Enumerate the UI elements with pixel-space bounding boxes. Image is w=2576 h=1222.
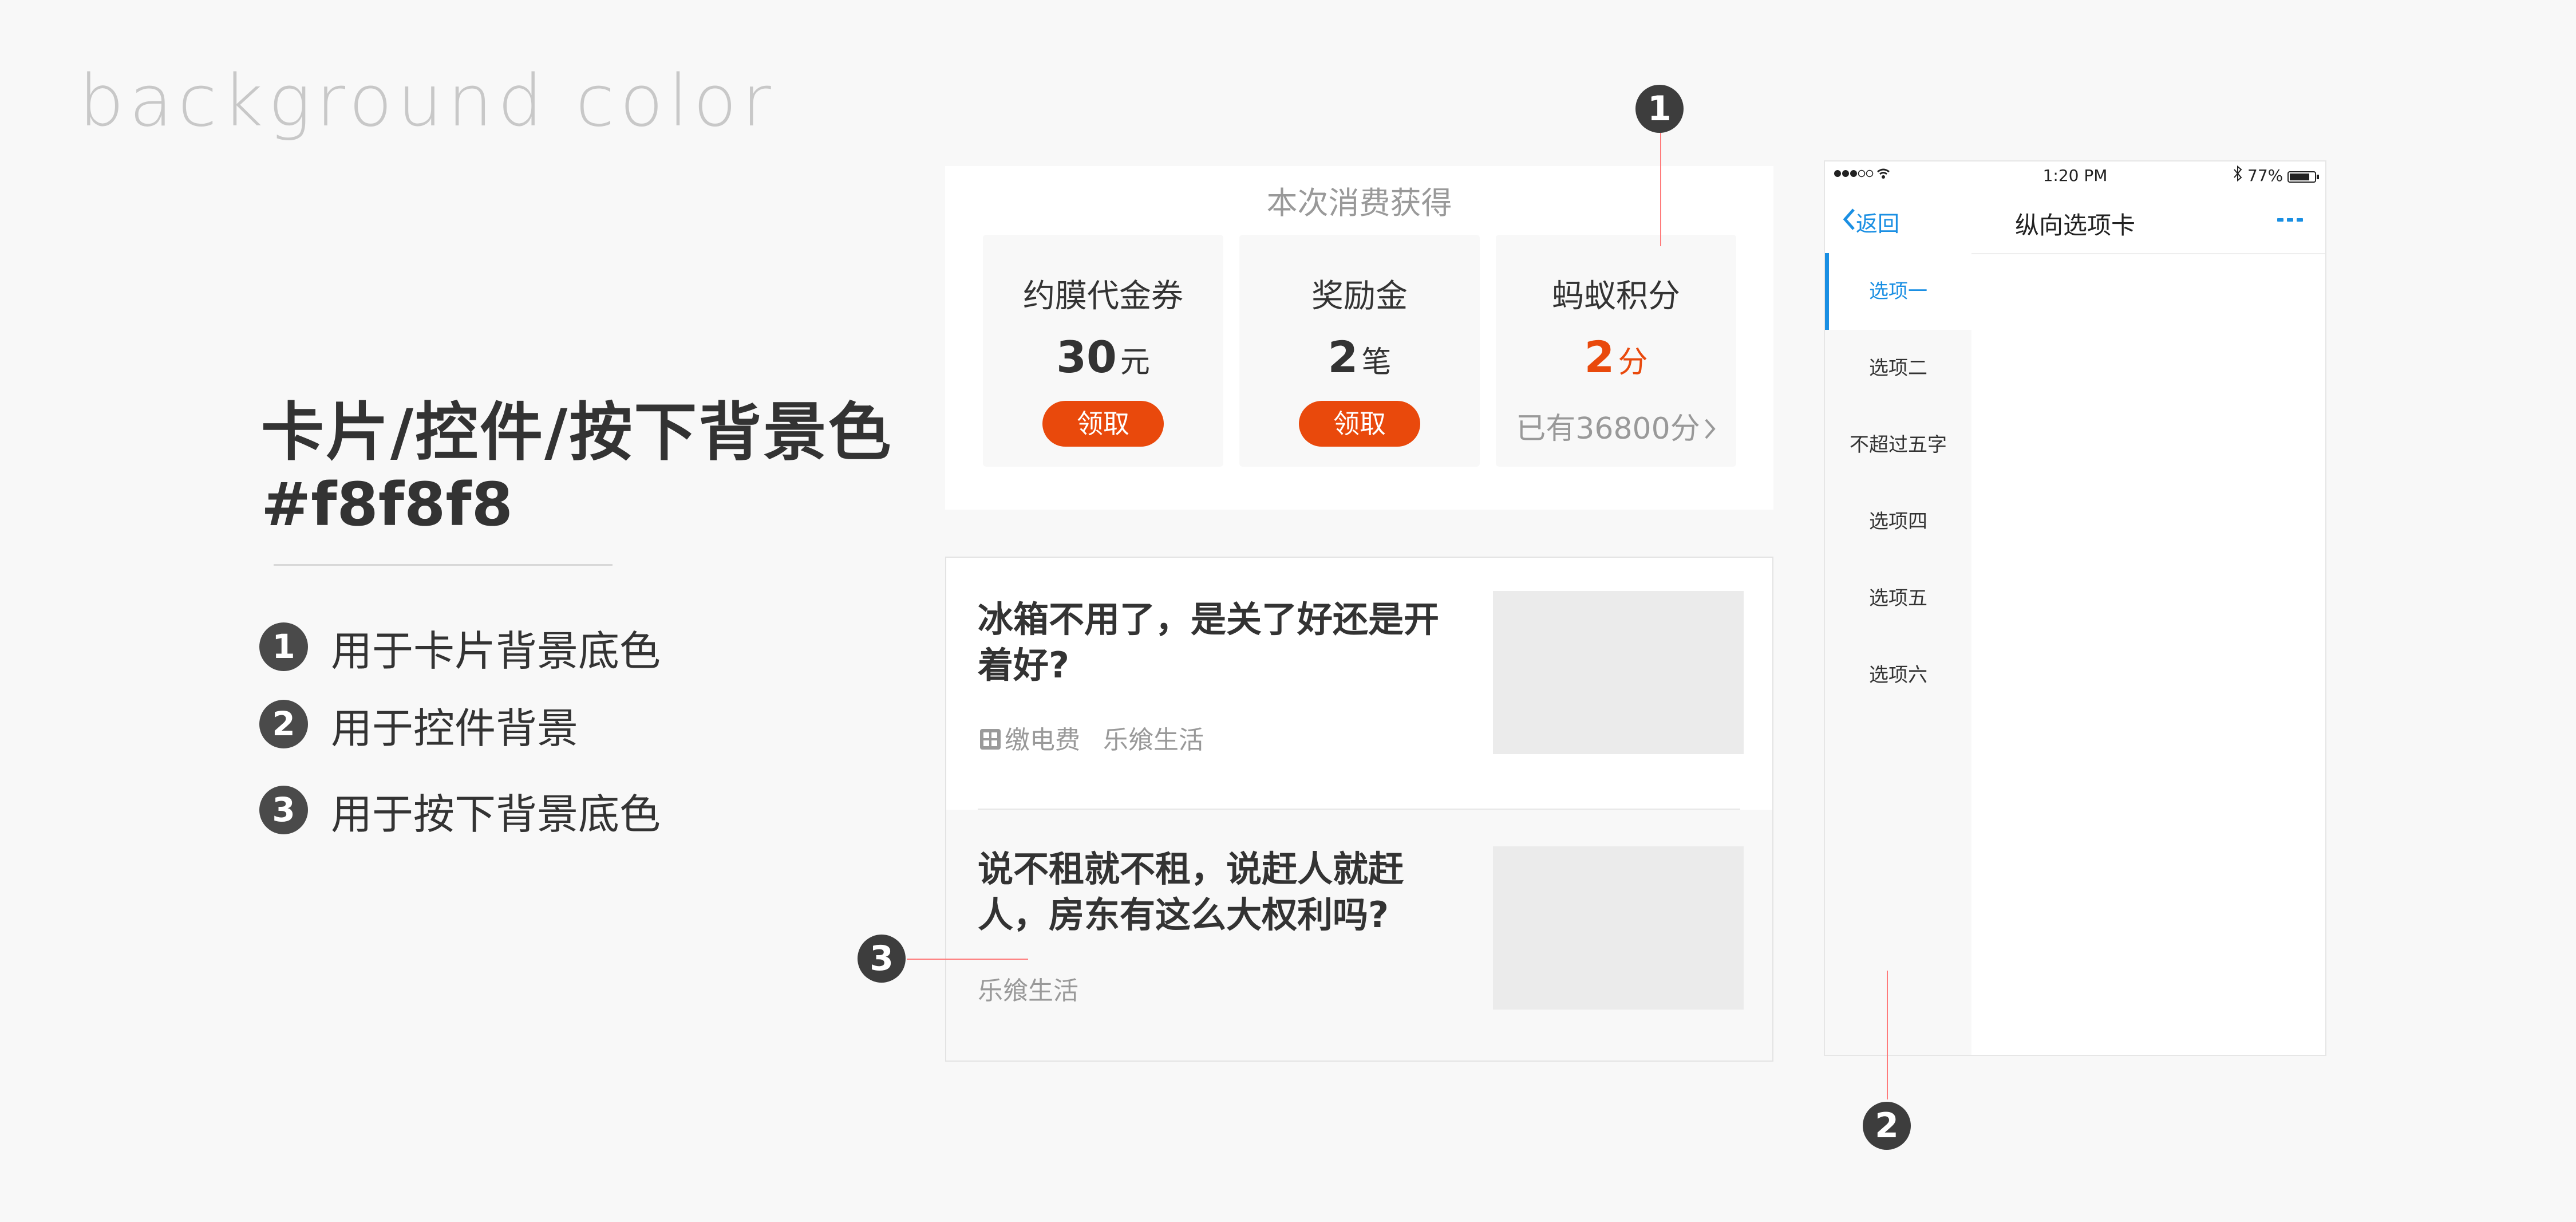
battery-icon — [2287, 168, 2320, 187]
reward-item-voucher: 约膜代金券 30 元 领取 — [983, 235, 1223, 467]
claim-button[interactable]: 领取 — [1042, 401, 1164, 447]
tab-label: 选项六 — [1869, 664, 1927, 687]
news-source: 乐飨生活 — [978, 976, 1078, 1006]
chevron-right-icon — [1704, 413, 1716, 448]
reward-card: 本次消费获得 约膜代金券 30 元 领取 奖励金 2笔 领取 蚂蚁积分 2分 已有… — [945, 166, 1773, 510]
reward-unit: 元 — [1120, 345, 1150, 380]
legend-badge-2: 2 — [259, 700, 308, 748]
bluetooth-icon — [2233, 165, 2243, 186]
points-balance-text: 已有36800分 — [1516, 412, 1700, 446]
page-title: background color — [79, 60, 776, 143]
tab-option-5[interactable]: 选项五 — [1825, 560, 1971, 637]
news-list: 冰箱不用了，是关了好还是开着好? 缴电费 乐飨生活 说不租就不租，说赶人就赶人，房… — [945, 557, 1773, 1062]
news-item-pressed[interactable]: 说不租就不租，说赶人就赶人，房东有这么大权利吗? 乐飨生活 — [946, 810, 1772, 1061]
callout-line-3 — [907, 959, 1028, 960]
phone-mockup: 1:20 PM 77% 返回 纵向选项卡 选项一 选项二 不超过五字 选项四 选… — [1824, 160, 2326, 1056]
reward-item-bonus: 奖励金 2笔 领取 — [1239, 235, 1480, 467]
reward-value: 2分 — [1496, 332, 1736, 388]
nav-title: 纵向选项卡 — [2014, 211, 2135, 239]
callout-badge-3: 3 — [858, 935, 906, 983]
reward-unit: 分 — [1618, 345, 1648, 380]
reward-number: 2 — [1584, 332, 1615, 383]
legend-text-3: 用于按下背景底色 — [331, 790, 661, 838]
ellipsis-icon[interactable] — [2276, 215, 2305, 226]
hex-color-value: #f8f8f8 — [261, 470, 513, 539]
reward-value: 30 元 — [983, 332, 1223, 388]
callout-line-2 — [1887, 971, 1888, 1099]
reward-value: 2笔 — [1239, 332, 1480, 388]
section-heading: 卡片/控件/按下背景色 — [261, 396, 893, 469]
news-title: 冰箱不用了，是关了好还是开着好? — [978, 598, 1440, 686]
legend-text-1: 用于卡片背景底色 — [331, 627, 661, 675]
news-source: 乐飨生活 — [1103, 726, 1204, 755]
reward-label: 蚂蚁积分 — [1552, 278, 1680, 315]
points-balance[interactable]: 已有36800分 — [1496, 404, 1736, 448]
tab-option-2[interactable]: 选项二 — [1825, 330, 1971, 407]
reward-item-points[interactable]: 蚂蚁积分 2分 已有36800分 — [1496, 235, 1736, 467]
tab-label: 不超过五字 — [1850, 433, 1947, 456]
legend-text-2: 用于控件背景 — [331, 704, 579, 752]
news-meta: 缴电费 乐飨生活 — [979, 719, 1204, 756]
tab-label: 选项五 — [1869, 587, 1927, 610]
reward-label: 约膜代金券 — [1023, 278, 1183, 315]
reward-number: 30 — [1056, 332, 1117, 383]
news-tag: 缴电费 — [1005, 726, 1080, 755]
tab-label: 选项四 — [1869, 510, 1927, 533]
grid-icon — [979, 727, 1001, 756]
tab-option-1[interactable]: 选项一 — [1825, 253, 1971, 330]
legend-badge-3: 3 — [259, 786, 308, 834]
reward-number: 2 — [1327, 332, 1358, 383]
callout-badge-1: 1 — [1635, 85, 1684, 133]
tab-option-6[interactable]: 选项六 — [1825, 637, 1971, 714]
status-bar: 1:20 PM 77% — [1825, 161, 2325, 190]
battery-percent: 77% — [2247, 166, 2283, 185]
claim-button[interactable]: 领取 — [1299, 401, 1420, 447]
tab-label: 选项一 — [1869, 280, 1927, 303]
nav-bar: 返回 纵向选项卡 — [1825, 190, 2325, 254]
news-thumbnail — [1493, 846, 1744, 1010]
news-title: 说不租就不租，说赶人就赶人，房东有这么大权利吗? — [978, 848, 1404, 936]
tab-option-4[interactable]: 选项四 — [1825, 483, 1971, 560]
vertical-tab-bar: 选项一 选项二 不超过五字 选项四 选项五 选项六 — [1825, 253, 1971, 1055]
news-item[interactable]: 冰箱不用了，是关了好还是开着好? 缴电费 乐飨生活 — [946, 558, 1772, 809]
reward-card-title: 本次消费获得 — [1266, 185, 1452, 221]
tab-label: 选项二 — [1869, 357, 1927, 380]
reward-unit: 笔 — [1361, 345, 1392, 380]
reward-label: 奖励金 — [1311, 278, 1408, 315]
news-thumbnail — [1493, 591, 1744, 754]
active-tab-indicator — [1825, 253, 1829, 330]
divider — [274, 564, 613, 566]
callout-badge-2: 2 — [1863, 1102, 1911, 1150]
callout-line-1 — [1660, 133, 1661, 246]
legend-badge-1: 1 — [259, 622, 308, 671]
tab-option-3[interactable]: 不超过五字 — [1825, 407, 1971, 483]
